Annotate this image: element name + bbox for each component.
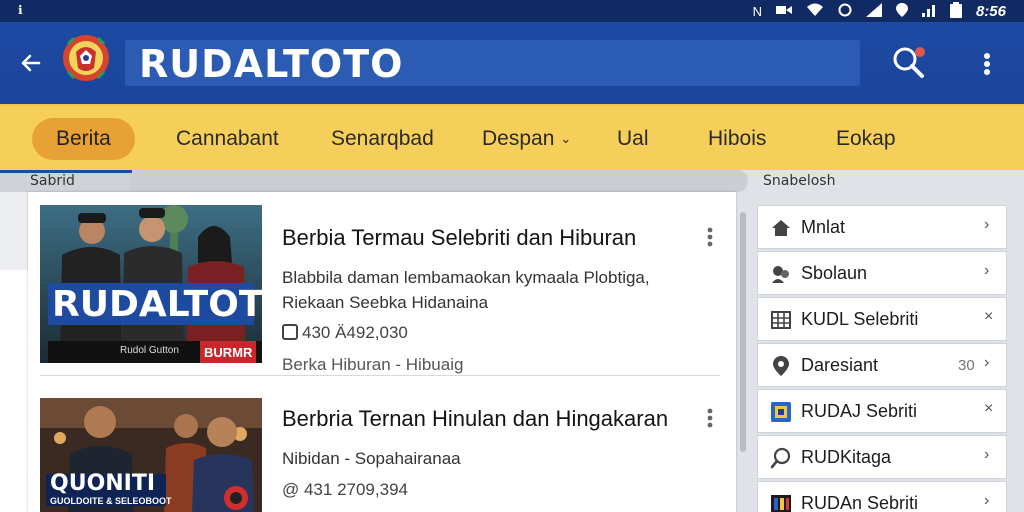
tab-label: Senarqbad [331,127,434,150]
tab-berita[interactable]: Berita [32,118,135,160]
more-vertical-icon [707,408,713,433]
title-bar: RUDALTOTO [125,40,860,86]
alarm-icon [838,3,852,20]
side-item-sbolaun[interactable]: Sbolaun › [757,251,1007,295]
tab-label: Despan [482,127,555,150]
app-bar: RUDALTOTO [0,22,1024,104]
tab-label: Ual [617,127,649,150]
clock: 8:56 [975,3,1006,20]
side-item-count: 30 [958,357,975,374]
app-icon [770,401,792,423]
side-item-daresiant[interactable]: Daresiant 30 › [757,343,1007,387]
thumbnail-title: QUONITI [50,471,156,496]
feed-scrollbar[interactable] [740,212,746,452]
chevron-right-icon: › [984,354,990,371]
section-track-light [130,170,746,192]
side-item-mnlat[interactable]: Mnlat › [757,205,1007,249]
news-description: Blabbila daman lembamaokan kymaala Plobt… [282,268,650,312]
search-icon [770,447,792,469]
news-thumbnail[interactable]: RUDALTOTO Rudol Gutton BURMR [40,205,262,363]
tab-eokap[interactable]: Eokap [836,118,896,160]
wifi-icon [806,3,824,20]
side-item-label: Mnlat [801,217,846,237]
location-status-icon [895,3,908,20]
calendar-icon [282,324,298,340]
tab-label: Hibois [708,127,767,150]
tab-hibois[interactable]: Hibois [708,118,766,160]
side-item-label: RUDAJ Sebriti [801,401,918,421]
video-icon [775,4,792,19]
thumbnail-caption: Rudol Gutton [120,345,179,356]
tab-label: Eokap [836,127,896,150]
side-item-label: RUDAn Sebriti [801,493,919,512]
side-item-rudkitaga[interactable]: RUDKitaga › [757,435,1007,479]
thumbnail-title: RUDALTOTO [52,284,262,325]
chevron-right-icon: › [984,216,990,233]
side-item-rudan-sebriti[interactable]: RUDAn Sebriti › [757,481,1007,512]
news-card[interactable]: RUDALTOTO Rudol Gutton BURMR Berbia Term… [40,205,720,375]
divider [40,375,720,376]
news-feed: RUDALTOTO Rudol Gutton BURMR Berbia Term… [28,192,736,512]
tab-label: Cannabant [176,127,279,150]
chevron-right-icon: › [984,446,990,463]
chevron-right-icon: › [984,492,990,509]
more-options-button[interactable] [700,408,720,434]
app-title: RUDALTOTO [139,42,404,86]
tab-label: Berita [56,127,111,150]
news-title[interactable]: Berbria Ternan Hinulan dan Hingakaran [282,406,668,432]
search-button[interactable] [890,44,930,84]
news-meta: @ 431 2709,394 [282,480,408,499]
battery-icon [949,2,962,21]
side-item-label: RUDKitaga [801,447,892,467]
news-meta-text: 430 Ä492,030 [302,323,408,342]
people-icon [770,263,792,285]
signal-bars-icon [921,3,936,20]
film-icon [770,493,792,512]
chevron-down-icon: ⌄ [560,131,572,147]
status-left-text: ℹ︎ [18,3,23,17]
tab-senarqbad[interactable]: Senarqbad [331,118,434,160]
left-gutter-lower [0,270,28,512]
side-item-label: Daresiant [801,355,879,375]
close-icon: × [984,308,994,325]
news-description: Nibidan - Sopahairanaa [282,449,461,468]
close-icon: × [984,400,994,417]
more-vertical-icon [983,52,991,82]
feed-section-label: Sabrid [30,173,75,189]
more-options-button[interactable] [700,227,720,253]
nfc-icon: N [752,4,762,19]
news-title[interactable]: Berbia Termau Selebriti dan Hiburan [282,225,636,251]
search-icon [890,47,930,88]
status-icons: N 8:56 [753,2,1006,21]
back-button[interactable] [14,46,48,80]
home-icon [770,217,792,239]
app-window: ℹ︎ N 8:56 RUDALTOTO Berita Cannabant Sen… [0,0,1024,512]
thumbnail-badge: BURMR [204,345,253,360]
status-bar: ℹ︎ N 8:56 [0,0,1024,22]
thumbnail-caption: GUOLDOITE & SELEOBOOT [50,496,172,506]
sidebar-section-label: Snabelosh [763,173,836,189]
news-card[interactable]: QUONITI GUOLDOITE & SELEOBOOT Berbria Te… [40,398,720,512]
news-source: Berka Hiburan - Hibuaig [282,355,464,374]
more-vertical-icon [707,227,713,252]
location-icon [770,355,792,377]
tab-cannabant[interactable]: Cannabant [176,118,279,160]
arrow-left-icon [19,50,43,81]
tab-ual[interactable]: Ual [617,118,649,160]
app-logo[interactable] [60,30,112,86]
side-menu: Mnlat › Sbolaun › KUDL Selebriti × Dares… [757,200,1007,512]
side-item-rudaj-sebriti[interactable]: RUDAJ Sebriti × [757,389,1007,433]
grid-icon [770,309,792,331]
side-item-kudl-selebriti[interactable]: KUDL Selebriti × [757,297,1007,341]
signal-icon [865,3,882,20]
news-thumbnail[interactable]: QUONITI GUOLDOITE & SELEOBOOT [40,398,262,512]
side-item-label: Sbolaun [801,263,868,283]
category-tabs: Berita Cannabant Senarqbad Despan ⌄ Ual H… [0,104,1024,170]
news-meta: 430 Ä492,030 [282,323,408,343]
side-item-label: KUDL Selebriti [801,309,919,329]
tab-despan[interactable]: Despan ⌄ [482,118,571,160]
chevron-right-icon: › [984,262,990,279]
overflow-menu-button[interactable] [972,46,1002,82]
